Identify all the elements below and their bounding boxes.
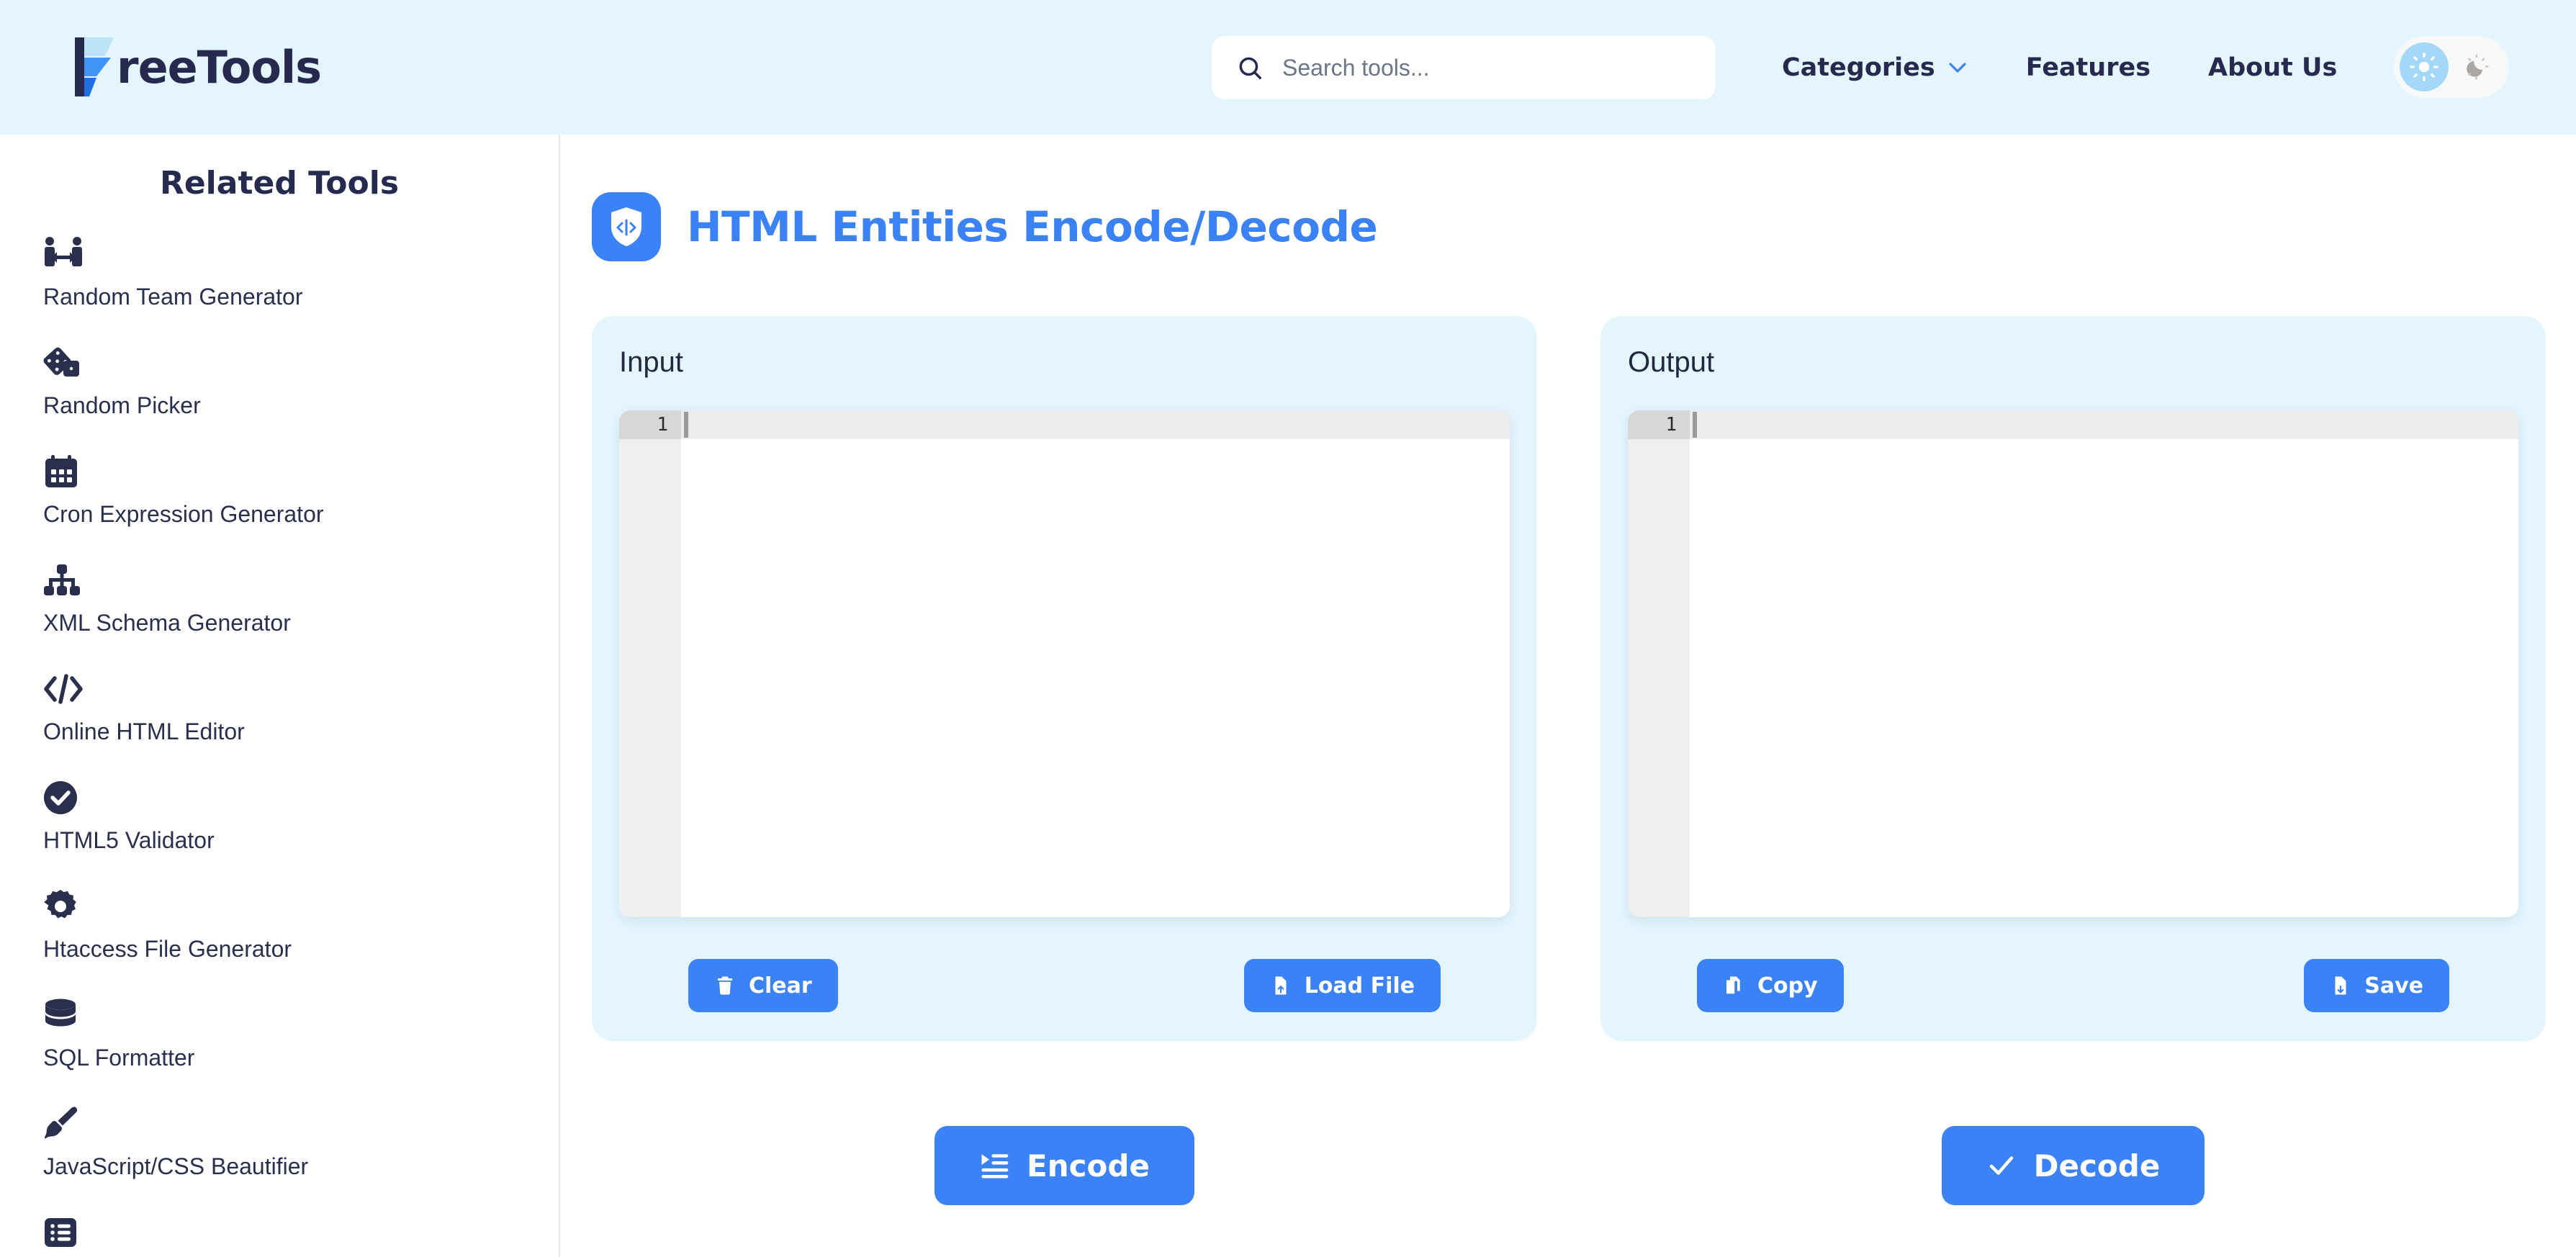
decode-slot: Decode xyxy=(1600,1126,2546,1205)
button-label: Encode xyxy=(1027,1148,1150,1184)
sidebar-item-html5-validator[interactable]: HTML5 Validator xyxy=(43,777,559,854)
trash-icon xyxy=(714,975,736,996)
encode-button[interactable]: Encode xyxy=(935,1126,1194,1205)
theme-toggle[interactable] xyxy=(2394,36,2509,98)
sidebar-item-label: Cron Expression Generator xyxy=(43,501,324,527)
nav-label: About Us xyxy=(2208,53,2338,82)
input-editor-gutter: 1 xyxy=(619,410,681,917)
nav-item-about-us[interactable]: About Us xyxy=(2208,53,2337,82)
logo-text: reeTools xyxy=(117,40,322,94)
sun-icon[interactable] xyxy=(2400,42,2449,91)
output-editor[interactable]: 1 xyxy=(1628,410,2518,917)
save-button[interactable]: Save xyxy=(2304,959,2449,1012)
sidebar-item-htaccess-file-generator[interactable]: Htaccess File Generator xyxy=(43,886,559,963)
text-cursor xyxy=(684,412,688,438)
page-title: HTML Entities Encode/Decode xyxy=(687,202,1378,251)
line-number: 1 xyxy=(1628,410,1690,439)
sidebar-item-label: Online HTML Editor xyxy=(43,718,245,744)
button-label: Clear xyxy=(749,973,812,999)
primary-nav: Categories Features About Us xyxy=(1782,36,2337,99)
chevron-down-icon xyxy=(1947,60,1968,75)
page-title-row: HTML Entities Encode/Decode xyxy=(592,192,2576,261)
database-icon xyxy=(43,994,559,1036)
sidebar-item-random-team-generator[interactable]: Random Team Generator xyxy=(43,233,559,310)
search-field[interactable] xyxy=(1282,54,1691,81)
output-editor-textarea[interactable] xyxy=(1690,410,2518,917)
search-input[interactable] xyxy=(1212,36,1716,99)
list-box-icon xyxy=(43,1212,559,1253)
sidebar-title: Related Tools xyxy=(159,165,400,202)
clear-button[interactable]: Clear xyxy=(688,959,838,1012)
panels-container: Input 1 Clear Load File Output 1 Copy Sa… xyxy=(592,316,2576,1041)
input-panel-buttons: Clear Load File xyxy=(619,959,1510,1012)
input-panel: Input 1 Clear Load File xyxy=(592,316,1537,1041)
check-icon xyxy=(1986,1150,2017,1181)
freetools-flag-icon xyxy=(69,35,125,99)
line-number: 1 xyxy=(619,410,681,439)
active-line xyxy=(1690,410,2518,439)
nav-label: Categories xyxy=(1782,53,1935,82)
action-buttons-row: Encode Decode xyxy=(592,1126,2546,1205)
calendar-icon xyxy=(43,451,559,492)
button-label: Copy xyxy=(1757,973,1818,999)
people-arrows-icon xyxy=(43,233,559,275)
nav-item-features[interactable]: Features xyxy=(2026,53,2151,82)
paintbrush-icon xyxy=(43,1103,559,1145)
search-icon xyxy=(1236,54,1264,81)
sidebar-item-label: Random Team Generator xyxy=(43,284,303,310)
text-cursor xyxy=(1693,412,1697,438)
input-editor-textarea[interactable] xyxy=(681,410,1510,917)
copy-icon xyxy=(1723,975,1744,996)
sitemap-icon xyxy=(43,559,559,601)
sidebar-item-label: HTML5 Validator xyxy=(43,827,215,853)
output-panel-buttons: Copy Save xyxy=(1628,959,2518,1012)
gear-icon xyxy=(43,886,559,927)
nav-item-categories[interactable]: Categories xyxy=(1782,53,1968,82)
indent-list-icon xyxy=(979,1150,1009,1181)
button-label: Load File xyxy=(1304,973,1415,999)
nav-label: Features xyxy=(2025,53,2151,82)
input-editor[interactable]: 1 xyxy=(619,410,1510,917)
sidebar-item-json-formatter-validator[interactable]: JSON Formatter & Validator xyxy=(43,1212,559,1257)
sidebar-item-label: JavaScript/CSS Beautifier xyxy=(43,1153,309,1179)
sidebar-item-label: SQL Formatter xyxy=(43,1045,195,1071)
sidebar-item-xml-schema-generator[interactable]: XML Schema Generator xyxy=(43,559,559,636)
load-file-button[interactable]: Load File xyxy=(1243,959,1441,1012)
main-content: HTML Entities Encode/Decode Input 1 Clea… xyxy=(562,135,2576,1257)
encode-slot: Encode xyxy=(592,1126,1537,1205)
button-label: Decode xyxy=(2033,1148,2161,1184)
output-panel: Output 1 Copy Save xyxy=(1600,316,2546,1041)
tool-list: Random Team Generator Random Picker Cron… xyxy=(0,233,559,1257)
shield-code-icon xyxy=(592,192,661,261)
input-panel-label: Input xyxy=(619,346,683,378)
sidebar-item-label: XML Schema Generator xyxy=(43,610,291,636)
output-editor-gutter: 1 xyxy=(1628,410,1690,917)
check-circle-icon xyxy=(43,777,559,819)
sidebar-item-random-picker[interactable]: Random Picker xyxy=(43,342,559,419)
dice-icon xyxy=(43,342,559,384)
sidebar-item-label: Htaccess File Generator xyxy=(43,936,292,962)
file-download-icon xyxy=(2330,975,2351,996)
sidebar-item-javascript-css-beautifier[interactable]: JavaScript/CSS Beautifier xyxy=(43,1103,559,1180)
moon-icon[interactable] xyxy=(2456,47,2496,87)
output-panel-label: Output xyxy=(1628,346,1715,378)
sidebar-item-sql-formatter[interactable]: SQL Formatter xyxy=(43,994,559,1071)
code-brackets-icon xyxy=(43,668,559,710)
decode-button[interactable]: Decode xyxy=(1941,1126,2205,1205)
site-header: reeTools Categories Features About Us xyxy=(0,0,2576,135)
copy-button[interactable]: Copy xyxy=(1697,959,1844,1012)
sidebar-item-cron-expression-generator[interactable]: Cron Expression Generator xyxy=(43,451,559,528)
active-line xyxy=(681,410,1510,439)
file-upload-icon xyxy=(1270,975,1292,996)
button-label: Save xyxy=(2364,973,2423,999)
sidebar-item-label: Random Picker xyxy=(43,392,201,418)
related-tools-sidebar: Related Tools Random Team Generator Rand… xyxy=(0,135,560,1257)
logo[interactable]: reeTools xyxy=(69,35,322,99)
sidebar-item-online-html-editor[interactable]: Online HTML Editor xyxy=(43,668,559,745)
